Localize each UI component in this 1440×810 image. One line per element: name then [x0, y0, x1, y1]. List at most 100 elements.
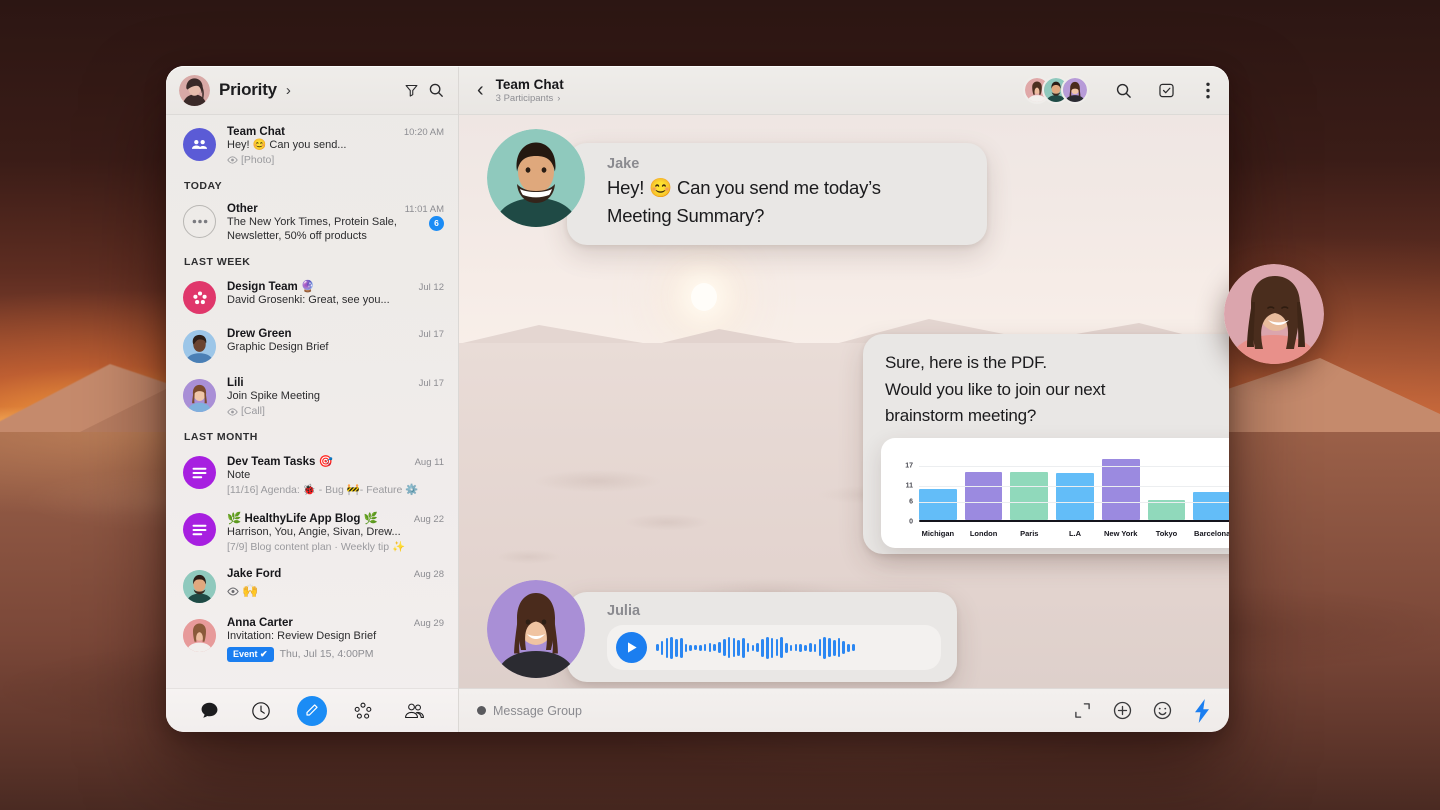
avatar[interactable] — [487, 580, 585, 678]
search-icon[interactable] — [428, 82, 444, 98]
list-item-body: Jake Ford Aug 28 🙌 — [227, 568, 444, 603]
search-icon[interactable] — [1115, 82, 1132, 99]
waveform-bar — [842, 641, 846, 654]
section-label-last-week: LAST WEEK — [184, 256, 251, 269]
thread-meta: [11/16] Agenda: 🐞 - Bug 🚧- Feature ⚙️ — [227, 484, 444, 497]
message-bubble[interactable]: Sure, here is the PDF. Would you like to… — [863, 334, 1229, 554]
waveform-bar — [765, 636, 769, 659]
thread-preview: Graphic Design Brief — [227, 341, 329, 354]
event-badge[interactable]: Event ✔ — [227, 646, 274, 662]
message-bubble[interactable]: Jake Hey! 😊 Can you send me today’s Meet… — [567, 143, 987, 245]
composer-actions[interactable] — [1071, 698, 1213, 723]
list-item[interactable]: Drew Green Jul 17 Graphic Design Brief — [166, 321, 458, 370]
chevron-right-icon: › — [557, 92, 561, 104]
list-item[interactable]: 🌿 HealthyLife App Blog 🌿 Aug 22 Harrison… — [166, 504, 458, 561]
waveform-bar — [852, 644, 855, 651]
eye-icon — [227, 587, 239, 596]
chat-subtitle[interactable]: 3 Participants › — [496, 93, 564, 104]
thread-preview: Harrison, You, Angie, Sivan, Drew... — [227, 526, 401, 539]
waveform-bar — [694, 645, 697, 650]
inbox-check-icon[interactable] — [1158, 82, 1175, 99]
list-item[interactable]: Design Team 🔮 Jul 12 David Grosenki: Gre… — [166, 272, 458, 321]
chevron-left-icon[interactable]: ‹ — [477, 80, 484, 100]
waveform-bar — [818, 639, 822, 656]
chart-gridline — [919, 502, 1229, 504]
avatar[interactable] — [487, 129, 585, 227]
filter-icon[interactable] — [404, 83, 419, 98]
chart-gridline — [919, 485, 1229, 487]
event-row[interactable]: Event ✔ Thu, Jul 15, 4:00PM — [227, 646, 444, 662]
thread-preview: Invitation: Review Design Brief — [227, 630, 377, 642]
waveform-bar — [703, 644, 707, 651]
message-pdf[interactable]: Sure, here is the PDF. Would you like to… — [863, 334, 1229, 554]
waveform-bar — [689, 644, 693, 651]
bar-chart: 0 6 11 17 Michigan London Paris L.A New York Tok… — [893, 450, 1229, 538]
list-item[interactable]: Team Chat 10:20 AM Hey! 😊 Can you send..… — [166, 119, 458, 174]
avatar[interactable] — [1061, 76, 1089, 104]
lightning-bolt-icon[interactable] — [1191, 698, 1213, 723]
waveform-bar — [737, 639, 740, 656]
thread-name: Other — [227, 202, 258, 215]
thread-time: Aug 29 — [413, 618, 444, 629]
ellipsis-icon — [183, 204, 216, 238]
list-item[interactable]: Other 11:01 AM The New York Times, Prote… — [166, 196, 458, 251]
plus-circle-icon[interactable] — [1111, 700, 1133, 722]
nav-recent-clock-icon[interactable] — [246, 696, 276, 726]
thread-list[interactable]: Team Chat 10:20 AM Hey! 😊 Can you send..… — [166, 115, 458, 688]
chart-axis-line — [919, 519, 1229, 522]
waveform-bar — [727, 637, 731, 658]
chat-title-block[interactable]: Team Chat 3 Participants › — [496, 77, 564, 104]
nav-compose-pencil-icon[interactable] — [296, 695, 327, 726]
chart-attachment[interactable]: 0 6 11 17 Michigan London Paris L.A New York Tok… — [881, 437, 1229, 548]
list-item-body: 🌿 HealthyLife App Blog 🌿 Aug 22 Harrison… — [227, 511, 444, 554]
waveform-bar — [789, 644, 793, 651]
chart-y-tick-label: 6 — [909, 498, 913, 506]
nav-contacts-people-icon[interactable] — [399, 696, 429, 726]
chevron-right-icon[interactable]: › — [286, 82, 291, 99]
voice-message-player[interactable] — [607, 625, 941, 670]
chart-bar — [1010, 472, 1049, 520]
play-icon[interactable] — [616, 632, 647, 663]
message-text-line-2: Would you like to join our next — [885, 379, 1106, 399]
waveform-bar — [770, 637, 774, 658]
participant-avatars[interactable] — [1023, 76, 1089, 104]
thread-meta: [Photo] — [227, 154, 444, 167]
waveform-bar — [699, 644, 702, 651]
chart-bar — [964, 472, 1003, 520]
smiley-icon[interactable] — [1151, 700, 1173, 722]
sender-name: Jake — [607, 156, 640, 172]
chart-x-tick-label: London — [969, 528, 998, 538]
section-label-today: TODAY — [184, 179, 223, 192]
composer-dot-icon — [477, 706, 486, 715]
message-julia[interactable]: Julia — [487, 580, 957, 682]
chat-header: ‹ Team Chat 3 Participants › — [459, 66, 1229, 115]
message-bubble[interactable]: Julia — [567, 592, 957, 682]
list-item[interactable]: Lili Jul 17 Join Spike Meeting [Call] — [166, 370, 458, 425]
thread-preview: The New York Times, Protein Sale, Newsle… — [227, 215, 397, 242]
list-item[interactable]: Jake Ford Aug 28 🙌 — [166, 561, 458, 610]
floating-avatar[interactable] — [1224, 264, 1324, 364]
chart-x-labels: Michigan London Paris L.A New York Tokyo Barce… — [919, 529, 1229, 538]
chart-y-tick-label: 17 — [905, 462, 913, 470]
sidebar-bottom-nav[interactable] — [166, 688, 458, 732]
nav-chats-icon[interactable] — [195, 696, 225, 726]
waveform-bar — [751, 644, 755, 651]
more-vertical-icon[interactable] — [1201, 82, 1215, 99]
message-list: Jake Hey! 😊 Can you send me today’s Meet… — [459, 115, 1229, 688]
list-item[interactable]: Dev Team Tasks 🎯 Aug 11 Note [11/16] Age… — [166, 447, 458, 504]
message-jake[interactable]: Jake Hey! 😊 Can you send me today’s Meet… — [487, 129, 987, 245]
waveform[interactable] — [656, 635, 929, 661]
waveform-bar — [775, 639, 779, 656]
message-input[interactable]: Message Group — [493, 704, 1071, 718]
message-composer[interactable]: Message Group — [459, 688, 1229, 732]
list-item-row: Jake Ford Aug 28 — [227, 568, 444, 580]
message-text-line-1: Hey! 😊 Can you send me today’s — [607, 177, 881, 198]
list-item[interactable]: Anna Carter Aug 29 Invitation: Review De… — [166, 610, 458, 669]
nav-apps-grid-icon[interactable] — [348, 696, 378, 726]
list-item-row: Other 11:01 AM — [227, 203, 444, 215]
chat-title: Team Chat — [495, 76, 564, 92]
expand-icon[interactable] — [1071, 700, 1093, 722]
app-window: Priority › Team Chat 10:20 AM Hey! 😊 Can… — [166, 66, 1229, 732]
waveform-bar — [660, 640, 664, 655]
user-avatar[interactable] — [179, 74, 210, 106]
